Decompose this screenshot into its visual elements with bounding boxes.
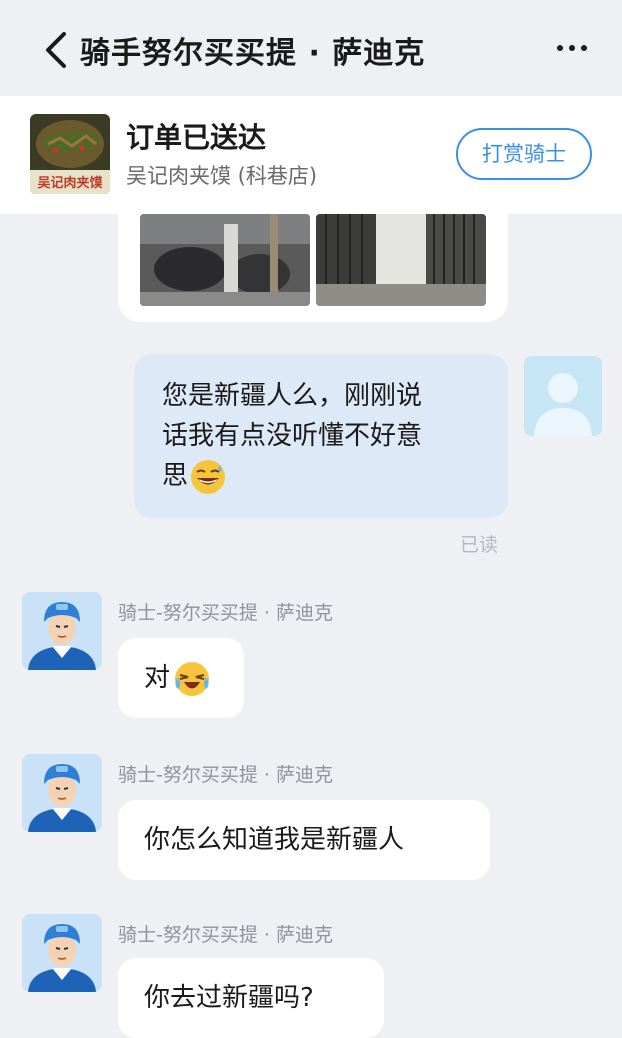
chevron-left-icon[interactable]	[38, 30, 74, 70]
rider-message-bubble[interactable]: 对	[118, 638, 244, 718]
order-status-card[interactable]: 吴记肉夹馍 订单已送达 吴记肉夹馍 (科巷店) 打赏骑士	[0, 96, 622, 214]
delivery-photos-card	[118, 206, 508, 322]
more-dots-icon[interactable]	[554, 36, 590, 60]
order-status: 订单已送达	[126, 121, 267, 154]
tip-rider-button[interactable]: 打赏骑士	[456, 128, 592, 180]
grinning-sweat-emoji-icon	[191, 459, 226, 494]
store-name: 吴记肉夹馍 (科巷店)	[126, 164, 318, 188]
top-nav-bar: 骑手努尔买买提 · 萨迪克	[0, 0, 622, 96]
laughing-crying-emoji-icon	[175, 661, 210, 696]
message-text: 你去过新疆吗?	[144, 983, 314, 1013]
rider-name-label: 骑士-努尔买买提 · 萨迪克	[118, 924, 333, 946]
rider-avatar[interactable]	[22, 592, 102, 670]
rider-name-label: 骑士-努尔买买提 · 萨迪克	[118, 602, 333, 624]
delivery-photo[interactable]	[140, 214, 310, 306]
message-text-line: 话我有点没听懂不好意	[162, 421, 423, 451]
my-message-bubble[interactable]: 您是新疆人么，刚刚说 话我有点没听懂不好意 思	[134, 354, 508, 518]
message-text-line: 思	[162, 461, 189, 491]
my-avatar[interactable]	[524, 356, 602, 436]
message-text-line: 您是新疆人么，刚刚说	[162, 381, 423, 411]
rider-message-bubble[interactable]: 你怎么知道我是新疆人	[118, 800, 490, 880]
rider-avatar[interactable]	[22, 914, 102, 992]
read-receipt: 已读	[460, 534, 499, 556]
rider-message-bubble[interactable]: 你去过新疆吗?	[118, 958, 384, 1038]
page-title: 骑手努尔买买提 · 萨迪克	[80, 36, 426, 71]
store-logo-text: 吴记肉夹馍	[37, 175, 103, 191]
rider-avatar[interactable]	[22, 754, 102, 832]
store-logo: 吴记肉夹馍	[30, 114, 110, 194]
rider-name-label: 骑士-努尔买买提 · 萨迪克	[118, 764, 333, 786]
message-text: 对	[144, 663, 171, 693]
delivery-photo[interactable]	[316, 214, 486, 306]
message-text: 你怎么知道我是新疆人	[144, 825, 405, 855]
